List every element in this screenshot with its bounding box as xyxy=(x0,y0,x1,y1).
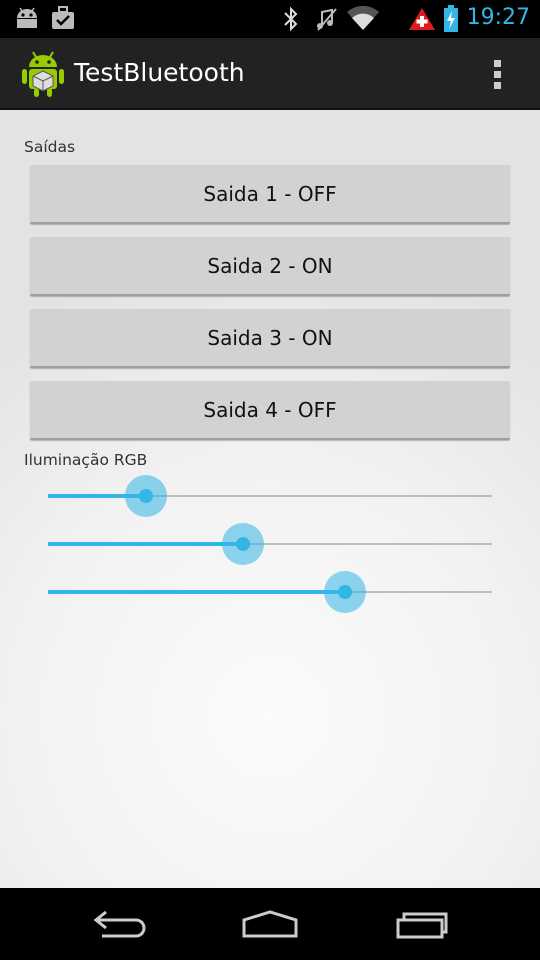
action-bar: TestBluetooth xyxy=(0,38,540,110)
wifi-icon xyxy=(347,6,379,30)
bluetooth-icon xyxy=(284,6,298,32)
mute-icon xyxy=(317,8,337,31)
output-4-button[interactable]: Saida 4 - OFF xyxy=(30,381,510,440)
home-icon xyxy=(242,910,298,938)
recents-icon xyxy=(396,912,448,939)
android-app-icon[interactable] xyxy=(20,50,66,98)
slider-blue[interactable] xyxy=(48,568,492,616)
rgb-section-label: Iluminação RGB xyxy=(24,451,148,469)
output-2-button[interactable]: Saida 2 - ON xyxy=(30,237,510,296)
slider-fill xyxy=(48,542,244,546)
status-bar: 19:27 xyxy=(0,0,540,38)
warning-plus-icon xyxy=(409,8,435,30)
slider-red[interactable] xyxy=(48,472,492,520)
slider-fill xyxy=(48,590,346,594)
briefcase-check-icon xyxy=(52,6,74,29)
recents-button[interactable] xyxy=(382,904,462,944)
overflow-menu-icon[interactable] xyxy=(488,58,508,92)
output-3-button[interactable]: Saida 3 - ON xyxy=(30,309,510,368)
main-content: Saídas Saida 1 - OFF Saida 2 - ON Saida … xyxy=(0,110,540,888)
navigation-bar xyxy=(0,888,540,960)
app-title: TestBluetooth xyxy=(74,58,245,87)
slider-green[interactable] xyxy=(48,520,492,568)
back-button[interactable] xyxy=(80,904,160,944)
battery-charging-icon xyxy=(444,5,458,32)
outputs-section-label: Saídas xyxy=(24,138,76,156)
back-icon xyxy=(93,910,146,938)
status-clock: 19:27 xyxy=(466,5,530,30)
output-1-button[interactable]: Saida 1 - OFF xyxy=(30,165,510,224)
slider-thumb[interactable] xyxy=(138,489,153,503)
home-button[interactable] xyxy=(230,904,310,944)
android-debug-icon xyxy=(17,7,37,28)
